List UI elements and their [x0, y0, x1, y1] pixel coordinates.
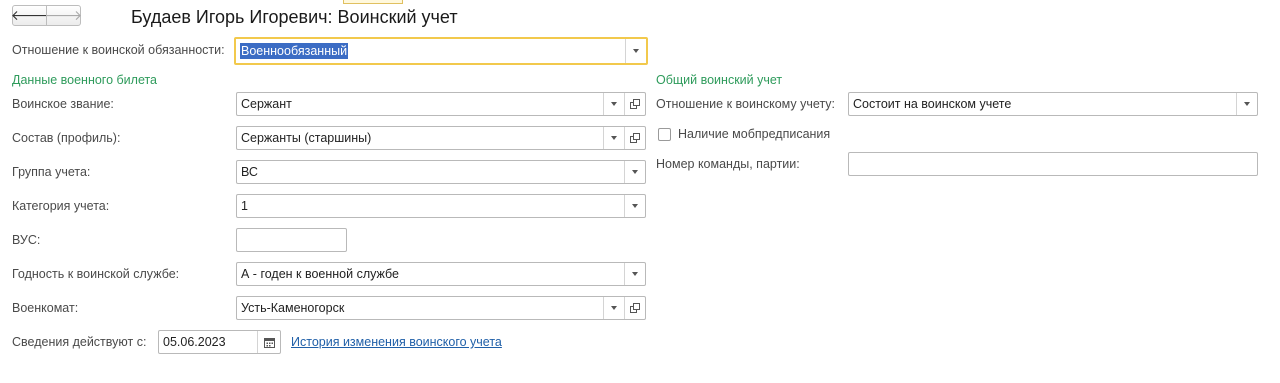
- relation-select[interactable]: Военнообязанный: [234, 37, 648, 65]
- office-label: Военкомат:: [12, 301, 79, 315]
- group-value: ВС: [241, 165, 258, 179]
- group-label: Группа учета:: [12, 165, 91, 179]
- valid-from-date-input[interactable]: 05.06.2023: [158, 330, 281, 354]
- vus-input[interactable]: [236, 228, 347, 252]
- fitness-select[interactable]: А - годен к военной службе: [236, 262, 646, 286]
- team-number-input[interactable]: [848, 152, 1258, 176]
- office-value: Усть-Каменогорск: [241, 301, 345, 315]
- mob-order-label: Наличие мобпредписания: [678, 127, 831, 141]
- general-relation-label: Отношение к воинскому учету:: [656, 97, 836, 111]
- group-select[interactable]: ВС: [236, 160, 646, 184]
- forward-button[interactable]: 🡒: [44, 5, 83, 26]
- category-value: 1: [241, 199, 248, 213]
- calendar-icon[interactable]: [257, 331, 280, 353]
- category-select[interactable]: 1: [236, 194, 646, 218]
- vus-label: ВУС:: [12, 233, 41, 247]
- open-form-icon[interactable]: [624, 93, 645, 115]
- chevron-down-icon[interactable]: [624, 195, 645, 217]
- composition-value: Сержанты (старшины): [241, 131, 372, 145]
- general-relation-select[interactable]: Состоит на воинском учете: [848, 92, 1258, 116]
- relation-label: Отношение к воинской обязанности:: [12, 43, 225, 57]
- team-number-label: Номер команды, партии:: [656, 157, 800, 171]
- chevron-down-icon[interactable]: [603, 297, 624, 319]
- arrow-right-icon: 🡒: [44, 7, 83, 23]
- history-link[interactable]: История изменения воинского учета: [291, 335, 502, 349]
- chevron-down-icon[interactable]: [603, 127, 624, 149]
- chevron-down-icon[interactable]: [624, 161, 645, 183]
- valid-from-label: Сведения действуют с:: [12, 335, 147, 349]
- rank-label: Воинское звание:: [12, 97, 114, 111]
- composition-label: Состав (профиль):: [12, 131, 121, 145]
- composition-select[interactable]: Сержанты (старшины): [236, 126, 646, 150]
- back-button[interactable]: 🡐: [10, 5, 49, 26]
- open-form-icon[interactable]: [624, 297, 645, 319]
- fitness-label: Годность к воинской службе:: [12, 267, 180, 281]
- rank-value: Сержант: [241, 97, 292, 111]
- vus-value: [237, 229, 346, 251]
- fitness-value: А - годен к военной службе: [241, 267, 399, 281]
- chevron-down-icon[interactable]: [625, 39, 646, 63]
- general-heading: Общий воинский учет: [656, 73, 783, 87]
- valid-from-value: 05.06.2023: [163, 335, 226, 349]
- military-id-heading: Данные военного билета: [12, 73, 158, 87]
- general-relation-value: Состоит на воинском учете: [853, 97, 1012, 111]
- open-form-icon[interactable]: [624, 127, 645, 149]
- page-title: Будаев Игорь Игоревич: Воинский учет: [131, 7, 458, 27]
- chevron-down-icon[interactable]: [603, 93, 624, 115]
- window-tab-marker: [343, 0, 403, 4]
- rank-select[interactable]: Сержант: [236, 92, 646, 116]
- category-label: Категория учета:: [12, 199, 110, 213]
- mob-order-checkbox[interactable]: [658, 128, 671, 141]
- team-number-value: [849, 153, 1257, 175]
- relation-value: Военнообязанный: [240, 43, 349, 59]
- chevron-down-icon[interactable]: [1236, 93, 1257, 115]
- chevron-down-icon[interactable]: [624, 263, 645, 285]
- arrow-left-icon: 🡐: [10, 7, 49, 23]
- office-select[interactable]: Усть-Каменогорск: [236, 296, 646, 320]
